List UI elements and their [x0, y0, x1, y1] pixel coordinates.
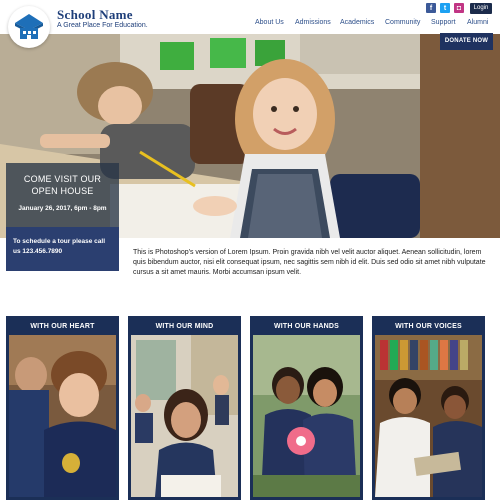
school-logo[interactable] [8, 6, 50, 48]
donate-button[interactable]: DONATE NOW [440, 33, 493, 50]
open-house-contact[interactable]: To schedule a tour please call us 123.45… [6, 227, 119, 271]
nav-academics[interactable]: Academics [340, 19, 374, 26]
card-title: WITH OUR HEART [30, 323, 95, 330]
nav-about-us[interactable]: About Us [255, 19, 284, 26]
contact-line-1: To schedule a tour please call [13, 238, 105, 245]
card-hands[interactable]: WITH OUR HANDS [250, 316, 363, 500]
intro-text: This is Photoshop's version of Lorem Ips… [133, 249, 486, 276]
page: School Name A Great Place For Education.… [0, 0, 500, 500]
card-title: WITH OUR MIND [155, 323, 214, 330]
school-tagline: A Great Place For Education. [57, 22, 148, 29]
open-house-title-line1: COME VISIT OUR [23, 174, 102, 184]
open-house-title-line2: OPEN HOUSE [31, 186, 94, 196]
card-photo [9, 335, 116, 497]
site-header: School Name A Great Place For Education.… [0, 0, 500, 36]
card-title: WITH OUR VOICES [395, 323, 462, 330]
card-heart[interactable]: WITH OUR HEART [6, 316, 119, 500]
nav-community[interactable]: Community [385, 19, 420, 26]
nav-support[interactable]: Support [431, 19, 456, 26]
card-mind[interactable]: WITH OUR MIND [128, 316, 241, 500]
card-photo [375, 335, 482, 497]
card-photo [253, 335, 360, 497]
open-house-panel: COME VISIT OUR OPEN HOUSE January 26, 20… [6, 163, 119, 271]
card-voices[interactable]: WITH OUR VOICES [372, 316, 485, 500]
contact-line-2: us 123.456.7890 [13, 248, 63, 255]
open-house-date: January 26, 2017, 6pm - 8pm [18, 205, 107, 212]
school-name[interactable]: School Name [57, 7, 133, 23]
nav-alumni[interactable]: Alumni [467, 19, 488, 26]
card-title: WITH OUR HANDS [273, 323, 340, 330]
instagram-icon[interactable]: ◘ [454, 3, 464, 13]
twitter-icon[interactable]: t [440, 3, 450, 13]
facebook-icon[interactable]: f [426, 3, 436, 13]
schoolhouse-icon [15, 14, 43, 39]
login-button[interactable]: Login [470, 3, 492, 14]
nav-admissions[interactable]: Admissions [295, 19, 331, 26]
card-photo [131, 335, 238, 497]
open-house-header: COME VISIT OUR OPEN HOUSE January 26, 20… [6, 163, 119, 227]
